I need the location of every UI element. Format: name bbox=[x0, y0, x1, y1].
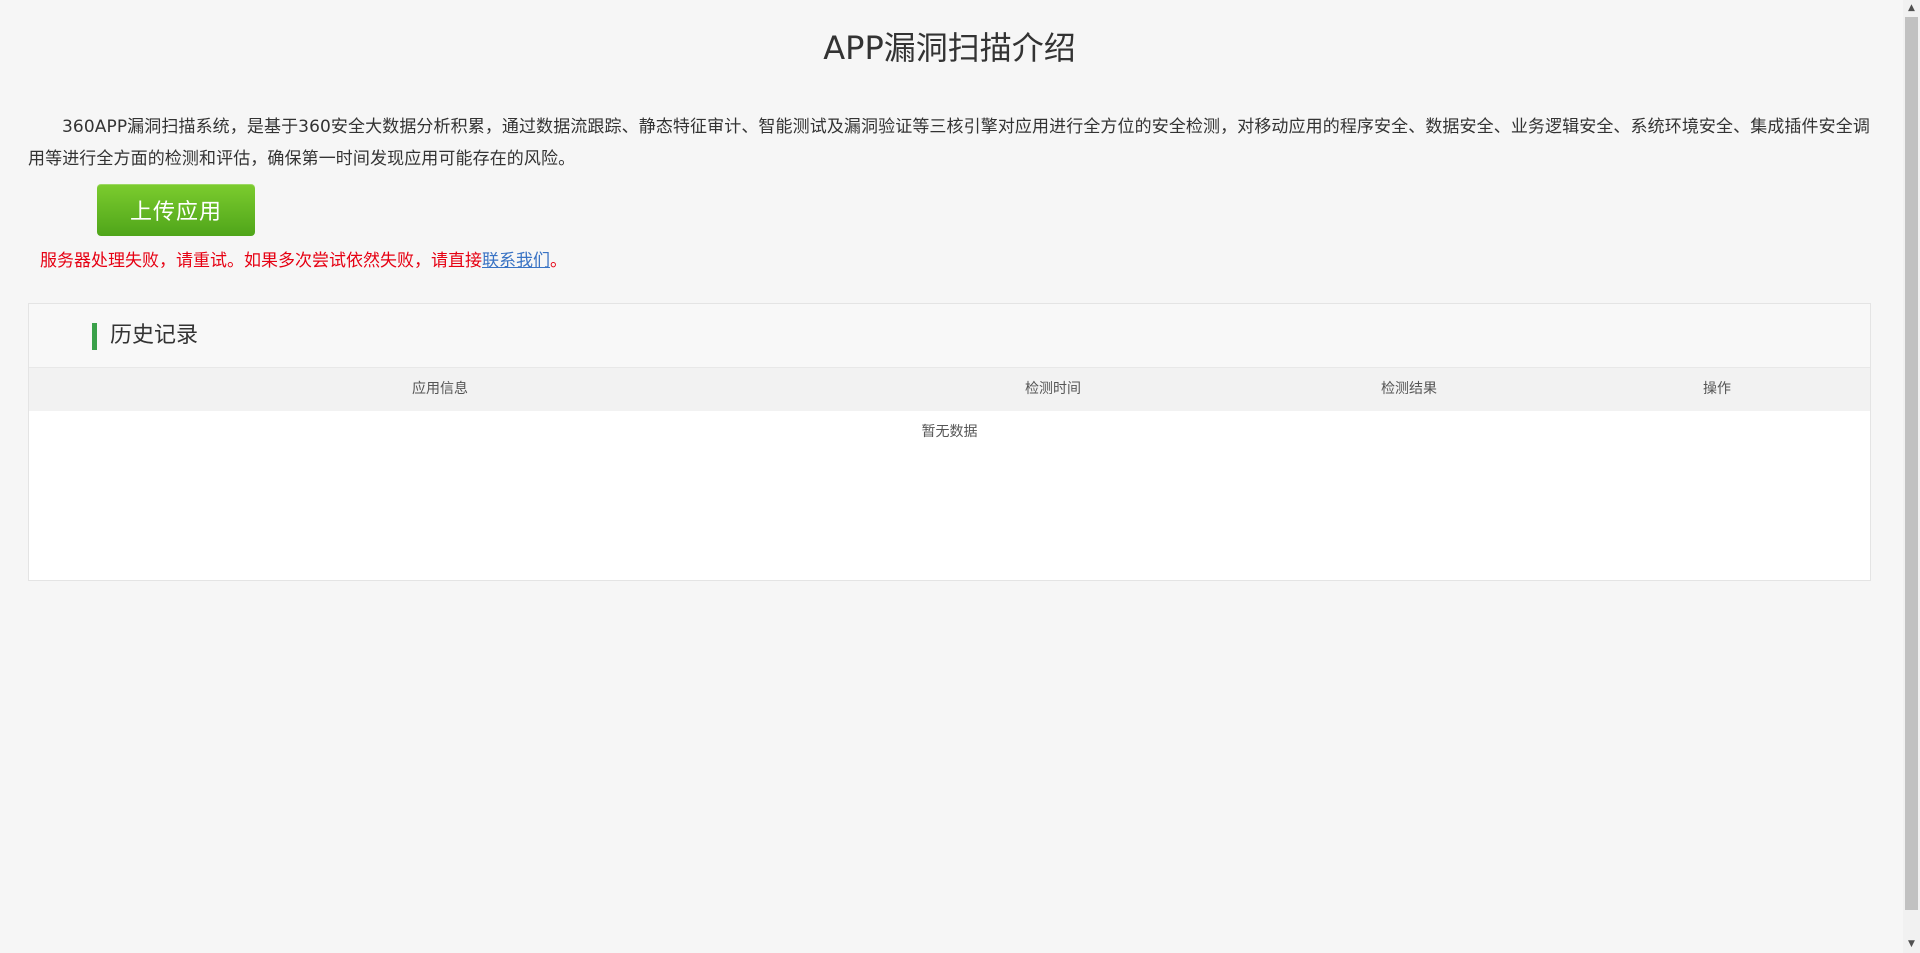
intro-text: 360APP漏洞扫描系统，是基于360安全大数据分析积累，通过数据流跟踪、静态特… bbox=[28, 117, 1870, 169]
column-scan-time: 检测时间 bbox=[1025, 381, 1081, 397]
main-content: APP漏洞扫描介绍 360APP漏洞扫描系统，是基于360安全大数据分析积累，通… bbox=[28, 0, 1871, 581]
scrollbar-thumb[interactable] bbox=[1905, 17, 1918, 910]
vertical-scrollbar[interactable]: ▲ ▼ bbox=[1903, 0, 1920, 953]
history-header: 历史记录 bbox=[29, 304, 1870, 368]
empty-table-message: 暂无数据 bbox=[921, 424, 978, 440]
page: APP漏洞扫描介绍 360APP漏洞扫描系统，是基于360安全大数据分析积累，通… bbox=[0, 0, 1920, 953]
error-suffix: 。 bbox=[550, 251, 567, 271]
column-actions: 操作 bbox=[1703, 381, 1731, 397]
history-panel: 历史记录 应用信息 检测时间 检测结果 操作 暂无数据 bbox=[28, 303, 1871, 581]
upload-app-button[interactable]: 上传应用 bbox=[97, 184, 255, 236]
contact-us-link[interactable]: 联系我们 bbox=[482, 251, 550, 271]
page-title: APP漏洞扫描介绍 bbox=[823, 29, 1076, 67]
scroll-up-arrow-icon[interactable]: ▲ bbox=[1903, 0, 1920, 17]
column-app-info: 应用信息 bbox=[412, 381, 468, 397]
error-message: 服务器处理失败，请重试。如果多次尝试依然失败，请直接联系我们。 bbox=[40, 247, 567, 275]
section-accent-bar bbox=[92, 323, 97, 350]
scroll-down-arrow-icon[interactable]: ▼ bbox=[1903, 936, 1920, 953]
column-scan-result: 检测结果 bbox=[1381, 381, 1437, 397]
history-title: 历史记录 bbox=[110, 323, 199, 348]
error-text: 服务器处理失败，请重试。如果多次尝试依然失败，请直接 bbox=[40, 251, 482, 271]
table-header: 应用信息 检测时间 检测结果 操作 bbox=[29, 368, 1870, 411]
